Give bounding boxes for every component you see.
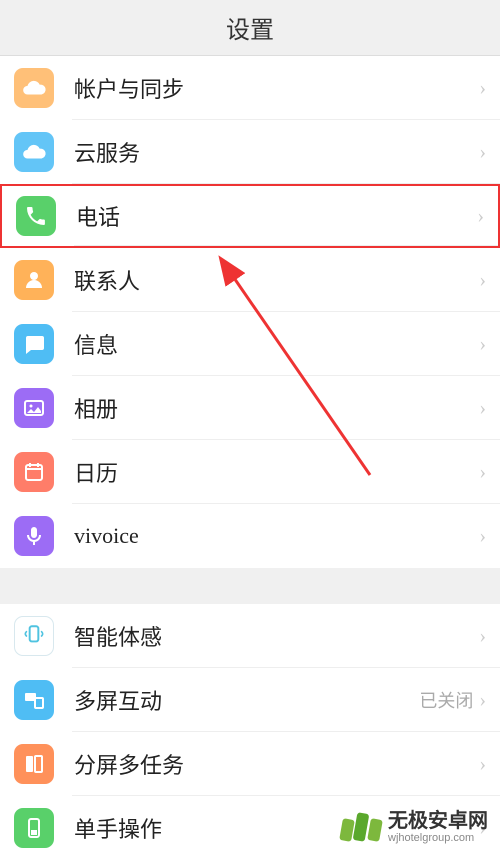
row-label: 智能体感 [74,620,479,652]
page-title: 设置 [226,10,274,45]
chevron-right-icon: › [479,333,486,356]
chevron-right-icon: › [479,753,486,776]
row-vivoice[interactable]: vivoice› [0,504,500,568]
chevron-right-icon: › [479,77,486,100]
person-icon [14,260,54,300]
row-account-sync[interactable]: 帐户与同步› [0,56,500,120]
row-contacts[interactable]: 联系人› [0,248,500,312]
row-cloud-service[interactable]: 云服务› [0,120,500,184]
chevron-right-icon: › [479,525,486,548]
chevron-right-icon: › [479,461,486,484]
photo-icon [14,388,54,428]
motion-icon [14,616,54,656]
row-label: 相册 [74,392,479,424]
split-icon [14,744,54,784]
row-label: 电话 [76,200,477,232]
row-label: 日历 [74,456,479,488]
row-smart-motion[interactable]: 智能体感› [0,604,500,668]
chevron-right-icon: › [479,625,486,648]
row-value: 已关闭 [419,687,473,713]
row-phone[interactable]: 电话› [0,184,500,248]
row-label: vivoice [74,523,479,549]
row-messages[interactable]: 信息› [0,312,500,376]
chevron-right-icon: › [479,269,486,292]
mic-icon [14,516,54,556]
cloud-icon [14,132,54,172]
row-label: 帐户与同步 [74,72,479,104]
watermark-logo-icon [340,813,382,841]
multiscreen-icon [14,680,54,720]
row-label: 多屏互动 [74,684,419,716]
onehand-icon [14,808,54,848]
chevron-right-icon: › [479,689,486,712]
row-label: 信息 [74,328,479,360]
row-label: 云服务 [74,136,479,168]
row-calendar[interactable]: 日历› [0,440,500,504]
chevron-right-icon: › [479,397,486,420]
chevron-right-icon: › [479,141,486,164]
watermark-sub: wjhotelgroup.com [388,832,488,844]
watermark-title: 无极安卓网 [388,810,488,832]
message-icon [14,324,54,364]
watermark: 无极安卓网 wjhotelgroup.com [340,810,488,844]
phone-icon [16,196,56,236]
row-photos[interactable]: 相册› [0,376,500,440]
calendar-icon [14,452,54,492]
row-label: 联系人 [74,264,479,296]
row-multi-screen[interactable]: 多屏互动已关闭 › [0,668,500,732]
header: 设置 [0,0,500,56]
chevron-right-icon: › [477,205,484,228]
cloud-sync-icon [14,68,54,108]
row-split-screen[interactable]: 分屏多任务› [0,732,500,796]
row-label: 分屏多任务 [74,748,479,780]
